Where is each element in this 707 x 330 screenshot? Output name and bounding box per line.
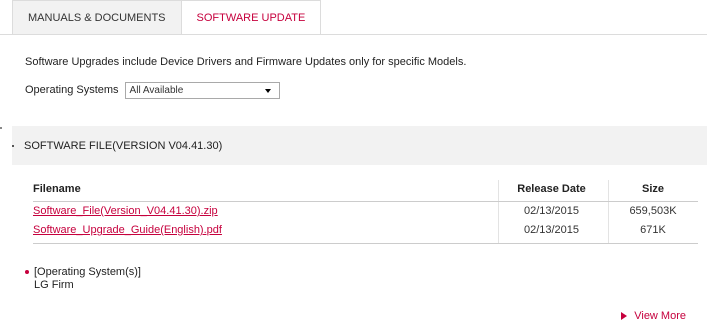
- software-file-table: Filename Release Date Size Software_File…: [33, 180, 698, 243]
- column-header-size: Size: [641, 183, 664, 195]
- tab-bar-divider: [0, 34, 707, 35]
- file-link-software-zip[interactable]: Software_File(Version_V04.41.30).zip: [33, 205, 218, 217]
- triangle-right-icon: [621, 312, 628, 320]
- tab-manuals-documents[interactable]: MANUALS & DOCUMENTS: [12, 0, 182, 35]
- os-info-value: LG Firm: [34, 278, 74, 291]
- os-filter-select[interactable]: All Available: [124, 81, 280, 99]
- bullet-dot-icon: [25, 269, 29, 274]
- software-file-header: SOFTWARE FILE(VERSION V04.41.30): [12, 126, 707, 165]
- os-info-label-line: [Operating System(s)]: [25, 265, 141, 278]
- os-info-value-line: LG Firm: [25, 278, 141, 291]
- os-info-label: [Operating System(s)]: [34, 265, 141, 278]
- column-header-release-date: Release Date: [517, 183, 586, 195]
- bullet-icon: [12, 145, 18, 147]
- table-header-row: Filename Release Date Size: [33, 180, 698, 202]
- view-more-label: View More: [634, 310, 686, 322]
- os-filter-selected-value: All Available: [129, 84, 184, 96]
- software-file-title: SOFTWARE FILE(VERSION V04.41.30): [24, 139, 223, 152]
- column-header-filename: Filename: [33, 183, 81, 195]
- table-row: Software_File(Version_V04.41.30).zip 02/…: [33, 202, 698, 221]
- os-filter-label: Operating Systems: [25, 84, 119, 96]
- release-date: 02/13/2015: [523, 205, 580, 217]
- table-row: Software_Upgrade_Guide(English).pdf 02/1…: [33, 221, 698, 240]
- view-more-link[interactable]: View More: [621, 310, 686, 322]
- edge-marker: [0, 127, 2, 129]
- chevron-down-icon: [264, 88, 271, 93]
- file-size: 671K: [640, 224, 666, 236]
- table-bottom-border: [33, 243, 698, 244]
- intro-text: Software Upgrades include Device Drivers…: [25, 56, 467, 68]
- file-size: 659,503K: [629, 205, 677, 217]
- release-date: 02/13/2015: [523, 224, 580, 236]
- os-filter-row: Operating Systems All Available: [25, 81, 280, 99]
- tab-software-update[interactable]: SOFTWARE UPDATE: [180, 0, 322, 35]
- tab-bar: MANUALS & DOCUMENTS SOFTWARE UPDATE: [12, 0, 322, 35]
- os-info: [Operating System(s)] LG Firm: [25, 265, 141, 291]
- file-link-upgrade-guide-pdf[interactable]: Software_Upgrade_Guide(English).pdf: [33, 224, 222, 236]
